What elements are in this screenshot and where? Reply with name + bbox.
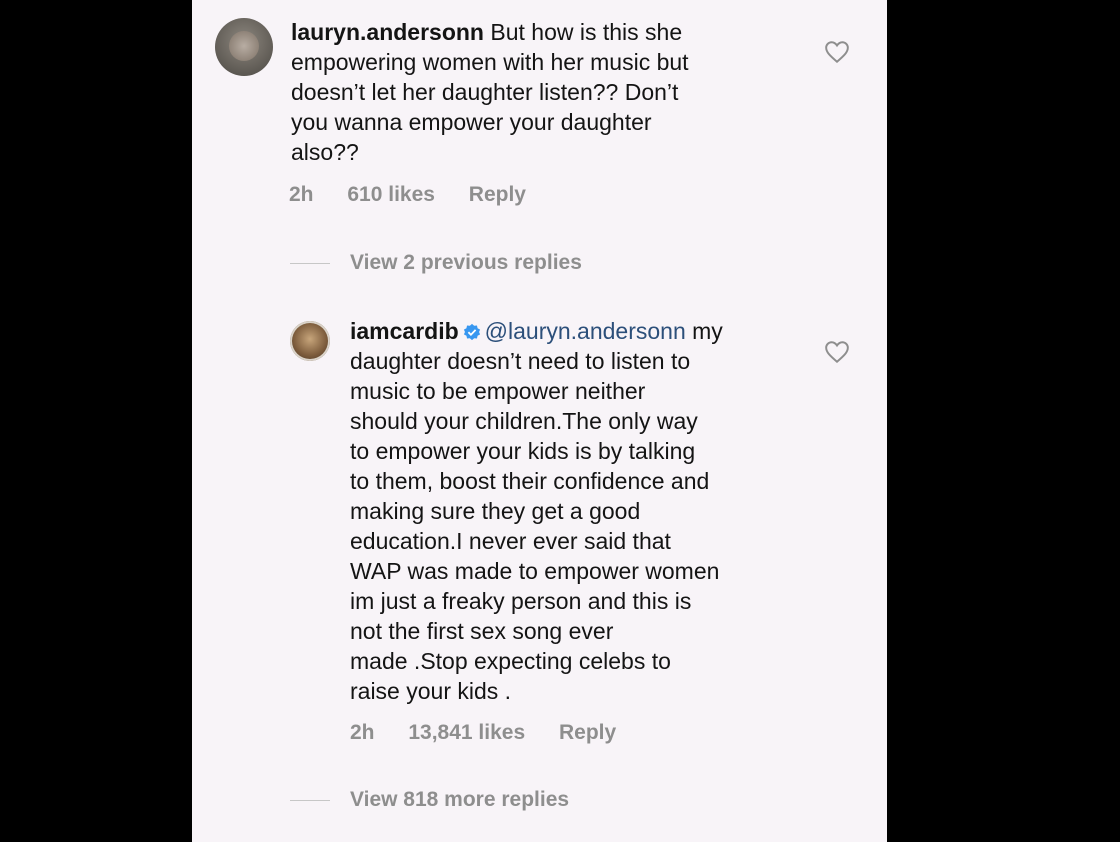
reply-time: 2h <box>350 721 375 744</box>
comments-panel: lauryn.andersonn But how is this she emp… <box>192 0 887 842</box>
reply-reply-button[interactable]: Reply <box>559 721 616 744</box>
view-previous-replies-link[interactable]: View 2 previous replies <box>350 251 582 275</box>
comment-text-rest: empowering women with her music but does… <box>291 49 689 165</box>
comment-meta: 2h 610 likes Reply <box>289 183 554 207</box>
view-more-replies-link[interactable]: View 818 more replies <box>350 788 569 812</box>
comment-reply-button[interactable]: Reply <box>469 183 526 206</box>
comment-likes[interactable]: 610 likes <box>347 183 435 206</box>
comment-text-first: But how is this she <box>490 19 683 45</box>
comment-text: lauryn.andersonn But how is this she emp… <box>291 17 791 167</box>
comment-username[interactable]: lauryn.andersonn <box>291 19 484 45</box>
avatar-face <box>229 31 259 61</box>
commenter-avatar[interactable] <box>215 18 273 76</box>
reply-mention[interactable]: @lauryn.andersonn <box>485 318 686 344</box>
reply-text-first: my <box>692 318 723 344</box>
comment-time: 2h <box>289 183 314 206</box>
reply-username[interactable]: iamcardib <box>350 318 459 344</box>
reply-text-rest: daughter doesn’t need to listen to music… <box>350 348 720 704</box>
divider-line <box>290 800 330 801</box>
reply-avatar[interactable] <box>290 321 330 361</box>
reply-text: iamcardib @lauryn.andersonn my daughter d… <box>350 316 830 706</box>
reply-like-heart-icon[interactable] <box>824 340 850 364</box>
reply-meta: 2h 13,841 likes Reply <box>350 721 644 745</box>
reply-likes[interactable]: 13,841 likes <box>408 721 525 744</box>
like-heart-icon[interactable] <box>824 40 850 64</box>
divider-line <box>290 263 330 264</box>
verified-badge-icon <box>463 323 480 341</box>
